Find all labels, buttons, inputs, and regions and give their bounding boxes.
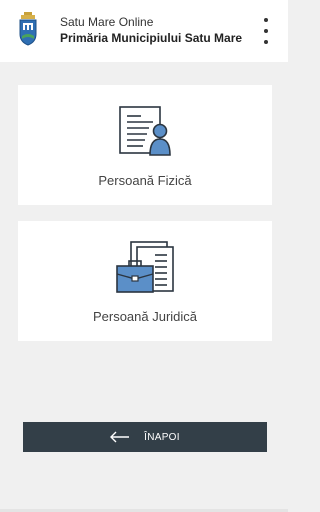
option-label: Persoană Fizică (98, 173, 192, 188)
arrow-left-icon (110, 431, 130, 443)
app-subtitle: Satu Mare Online (60, 15, 154, 29)
city-crest-icon (19, 12, 37, 46)
person-document-icon (119, 106, 171, 156)
app-title: Primăria Municipiului Satu Mare (60, 31, 243, 45)
back-button[interactable]: ÎNAPOI (23, 422, 267, 452)
option-label: Persoană Juridică (92, 309, 198, 324)
briefcase-document-icon (116, 241, 174, 293)
app-header: Satu Mare Online Primăria Municipiului S… (0, 0, 288, 62)
back-button-label: ÎNAPOI (144, 431, 180, 443)
kebab-menu-icon[interactable] (256, 18, 276, 44)
option-persoana-juridica[interactable]: Persoană Juridică (18, 221, 272, 341)
option-persoana-fizica[interactable]: Persoană Fizică (18, 85, 272, 205)
